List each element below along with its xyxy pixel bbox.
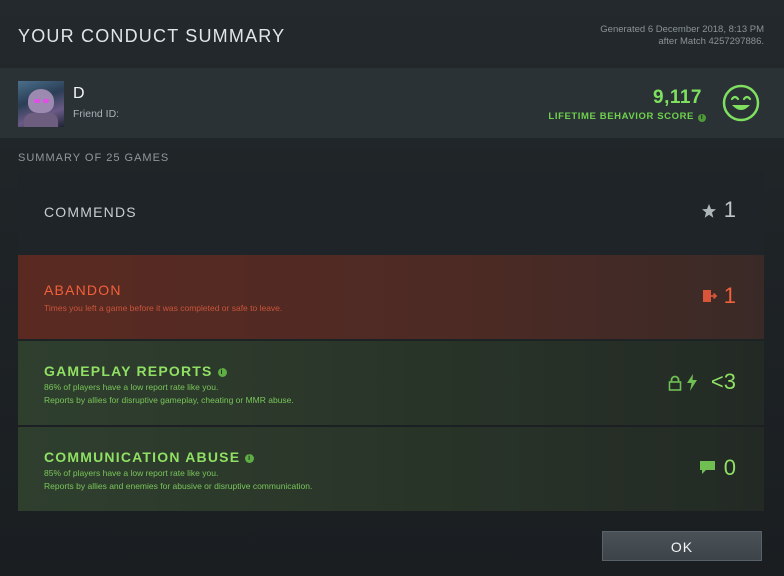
- communication-abuse-description: 85% of players have a low report rate li…: [44, 467, 312, 492]
- avatar: [18, 81, 64, 127]
- friend-id-label: Friend ID:: [73, 108, 120, 120]
- abandon-description: Times you left a game before it was comp…: [44, 303, 283, 313]
- player-bar: D Friend ID: 9,117 LIFETIME BEHAVIOR SCO…: [0, 68, 784, 138]
- commends-card: COMMENDS 1: [18, 171, 764, 255]
- gameplay-reports-explanation: Reports by allies for disruptive gamepla…: [44, 394, 294, 405]
- info-icon[interactable]: i: [245, 454, 255, 463]
- dialog-header: YOUR CONDUCT SUMMARY Generated 6 Decembe…: [0, 0, 784, 68]
- info-icon[interactable]: i: [217, 368, 227, 377]
- conduct-summary-dialog: YOUR CONDUCT SUMMARY Generated 6 Decembe…: [0, 0, 784, 576]
- player-name: D: [73, 85, 85, 102]
- info-icon[interactable]: i: [698, 114, 706, 122]
- gameplay-reports-title: GAMEPLAY REPORTS i: [44, 363, 227, 379]
- gameplay-reports-card: GAMEPLAY REPORTS i 86% of players have a …: [18, 341, 764, 425]
- communication-abuse-title-text: COMMUNICATION ABUSE: [44, 449, 241, 465]
- generated-info: Generated 6 December 2018, 8:13 PM after…: [600, 24, 764, 48]
- communication-abuse-card: COMMUNICATION ABUSE i 85% of players have…: [18, 427, 764, 511]
- behavior-score: 9,117: [653, 87, 702, 108]
- abandon-card: ABANDON Times you left a game before it …: [18, 255, 764, 339]
- behavior-score-label: LIFETIME BEHAVIOR SCORE i: [548, 111, 706, 122]
- star-icon: [702, 204, 716, 218]
- gameplay-reports-description: 86% of players have a low report rate li…: [44, 381, 294, 406]
- summary-label: SUMMARY OF 25 GAMES: [18, 152, 170, 164]
- generated-date: Generated 6 December 2018, 8:13 PM: [600, 24, 764, 35]
- lock-icon: [668, 375, 682, 391]
- commends-title: COMMENDS: [44, 204, 137, 220]
- communication-abuse-explanation: Reports by allies and enemies for abusiv…: [44, 480, 313, 491]
- smiley-face-icon: [722, 84, 760, 122]
- behavior-score-label-text: LIFETIME BEHAVIOR SCORE: [548, 111, 694, 122]
- lightning-icon: [687, 374, 697, 391]
- ok-button[interactable]: OK: [602, 531, 762, 561]
- gameplay-reports-value: <3: [710, 369, 736, 394]
- gameplay-reports-title-text: GAMEPLAY REPORTS: [44, 363, 213, 379]
- exit-door-icon: [703, 290, 717, 302]
- abandon-title: ABANDON: [44, 282, 122, 298]
- generated-match: after Match 4257297886.: [658, 36, 764, 47]
- gameplay-reports-stat: 86% of players have a low report rate li…: [44, 382, 219, 392]
- communication-abuse-value: 0: [723, 455, 736, 480]
- dialog-title: YOUR CONDUCT SUMMARY: [18, 26, 286, 46]
- commends-value: 1: [723, 197, 736, 222]
- communication-abuse-stat: 85% of players have a low report rate li…: [44, 468, 219, 478]
- communication-abuse-title: COMMUNICATION ABUSE i: [44, 449, 255, 465]
- abandon-value: 1: [723, 283, 736, 308]
- chat-bubble-icon: [700, 461, 715, 474]
